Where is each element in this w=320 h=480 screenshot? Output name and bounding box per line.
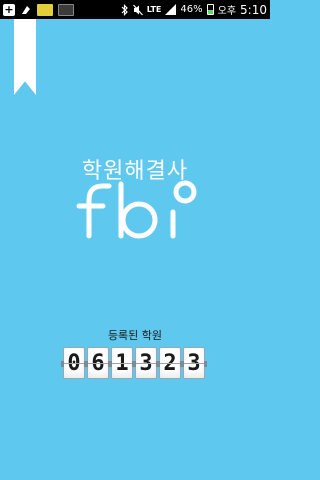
clock: 5:10 xyxy=(240,2,267,17)
counter-digit: 2 xyxy=(157,347,183,379)
counter-digit: 3 xyxy=(181,347,207,379)
battery-percent: 46% xyxy=(180,4,203,15)
counter-digit: 3 xyxy=(133,347,159,379)
am-pm-label: 오후 xyxy=(217,6,237,17)
eraser-icon xyxy=(20,4,32,16)
system-icons: LTE 46% 오후 5:10 xyxy=(121,2,267,17)
registered-academies-label: 등록된 학원 xyxy=(107,329,163,342)
counter-digit: 1 xyxy=(109,347,135,379)
app-thumbnail xyxy=(37,3,53,16)
bluetooth-icon xyxy=(121,3,129,16)
app-thumbnail xyxy=(58,3,74,16)
plus-icon: + xyxy=(3,2,15,16)
battery-icon xyxy=(206,4,214,15)
counter-digit: 0 xyxy=(61,347,87,379)
mute-icon xyxy=(132,4,143,16)
notification-icons: + xyxy=(3,2,74,16)
status-bar: + LTE 46% 오후 5:10 xyxy=(0,0,270,19)
counter-digit: 6 xyxy=(85,347,111,379)
academy-counter: 0 6 1 3 2 3 xyxy=(61,347,207,379)
lte-icon: LTE xyxy=(146,4,162,14)
fbi-logo xyxy=(73,178,197,240)
bookmark-ribbon-icon xyxy=(14,19,36,95)
signal-icon xyxy=(165,4,177,15)
